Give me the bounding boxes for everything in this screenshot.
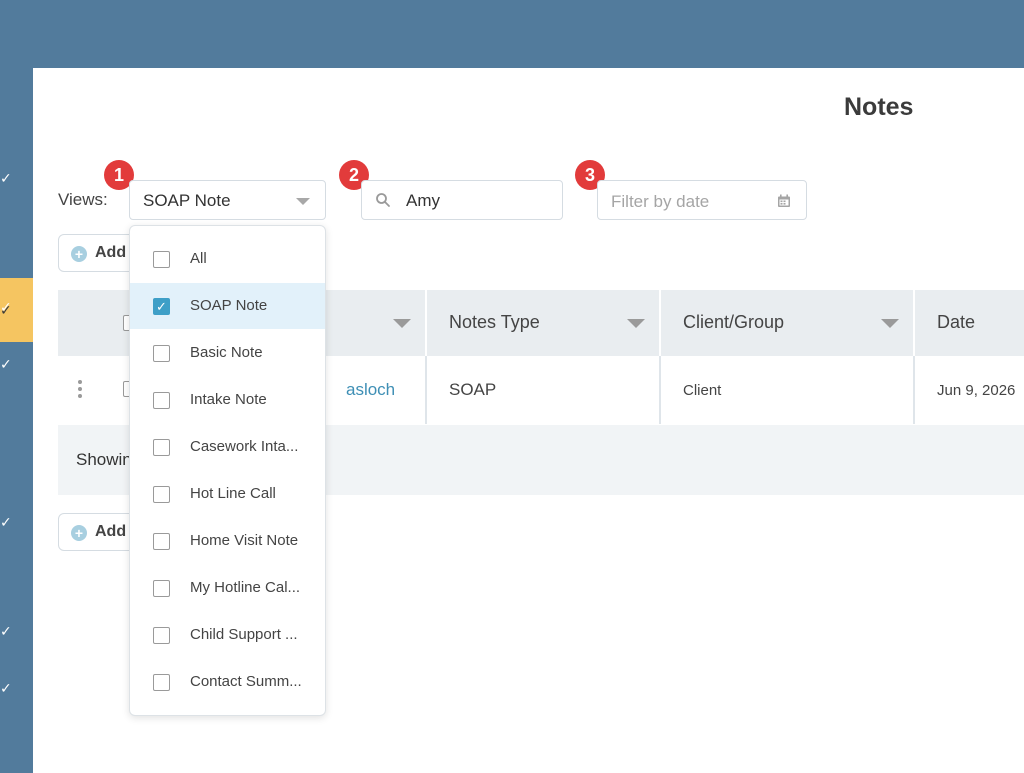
search-input[interactable]: Amy — [361, 180, 563, 220]
views-option[interactable]: Contact Summ... — [130, 659, 325, 705]
column-header-label: Notes Type — [449, 312, 540, 332]
main-content: Notes 1 2 3 Views: SOAP Note Amy Filter … — [33, 68, 1024, 773]
date-filter-input[interactable]: Filter by date — [597, 180, 807, 220]
option-label: SOAP Note — [190, 297, 268, 314]
option-checkbox[interactable] — [153, 486, 170, 503]
option-checkbox[interactable] — [153, 251, 170, 268]
views-option[interactable]: All — [130, 236, 325, 282]
option-label: Basic Note — [190, 344, 263, 361]
option-checkbox[interactable] — [153, 392, 170, 409]
column-header-date[interactable]: Date — [915, 290, 1024, 356]
search-input-value: Amy — [406, 191, 440, 210]
cell-date: Jun 9, 2026 — [915, 356, 1024, 424]
cell-text: Client — [683, 382, 722, 399]
option-label: Contact Summ... — [190, 673, 302, 690]
option-checkbox[interactable] — [153, 580, 170, 597]
plus-icon: + — [71, 525, 87, 541]
views-option[interactable]: Basic Note — [130, 330, 325, 376]
sidebar-check-icon[interactable]: ✓ — [0, 678, 12, 698]
add-button-label: Add — [95, 244, 127, 261]
option-checkbox[interactable] — [153, 439, 170, 456]
views-option[interactable]: Child Support ... — [130, 612, 325, 658]
caret-down-icon — [296, 198, 310, 205]
checkbox-checked-icon[interactable]: ✓ — [153, 298, 170, 315]
sort-caret-icon[interactable] — [393, 319, 411, 328]
option-checkbox[interactable] — [153, 345, 170, 362]
column-header-label: Client/Group — [683, 312, 785, 332]
views-option[interactable]: Hot Line Call — [130, 471, 325, 517]
sidebar-check-icon[interactable]: ✓ — [0, 621, 12, 641]
column-header-client-group[interactable]: Client/Group — [661, 290, 913, 356]
add-button-label: Add — [95, 523, 127, 540]
option-checkbox[interactable] — [153, 674, 170, 691]
cell-text: SOAP — [449, 380, 497, 399]
client-name-link[interactable]: asloch — [346, 380, 395, 400]
views-select-value: SOAP Note — [143, 191, 231, 210]
option-label: Casework Inta... — [190, 438, 299, 455]
sidebar-check-icon[interactable]: ✓ — [0, 354, 12, 374]
sidebar-check-icon[interactable]: ✓ — [0, 168, 12, 188]
more-options-icon[interactable] — [78, 380, 84, 400]
column-header-notes-type[interactable]: Notes Type — [427, 290, 659, 356]
option-checkbox[interactable] — [153, 627, 170, 644]
add-note-button-bottom[interactable]: + Add — [58, 513, 138, 551]
date-filter-placeholder: Filter by date — [611, 192, 710, 211]
sort-caret-icon[interactable] — [627, 319, 645, 328]
search-icon — [376, 193, 390, 207]
column-header-label: Date — [937, 312, 976, 332]
cell-name[interactable]: asloch — [320, 356, 425, 424]
views-option-selected[interactable]: ✓ SOAP Note — [130, 283, 325, 329]
plus-icon: + — [71, 246, 87, 262]
views-select[interactable]: SOAP Note — [129, 180, 326, 220]
views-option[interactable]: Casework Inta... — [130, 424, 325, 470]
sidebar: ✓ ✓ ✓ ✓ ✓ ✓ ✓ — [0, 68, 33, 773]
option-label: Home Visit Note — [190, 532, 299, 549]
cell-text: Jun 9, 2026 — [937, 382, 1016, 399]
calendar-icon[interactable] — [777, 194, 791, 208]
showing-count-text: Showin — [76, 450, 132, 469]
page-title: Notes — [844, 93, 914, 121]
views-option[interactable]: Home Visit Note — [130, 518, 325, 564]
views-option[interactable]: Intake Note — [130, 377, 325, 423]
option-checkbox[interactable] — [153, 533, 170, 550]
sidebar-check-icon[interactable]: ✓ — [0, 297, 12, 317]
cell-client-group: Client — [661, 356, 913, 424]
option-label: All — [190, 250, 207, 267]
cell-notes-type: SOAP — [427, 356, 659, 424]
sidebar-check-icon[interactable]: ✓ — [0, 512, 12, 532]
views-label: Views: — [58, 190, 108, 209]
option-label: Child Support ... — [190, 626, 298, 643]
option-label: Hot Line Call — [190, 485, 276, 502]
sort-caret-icon[interactable] — [881, 319, 899, 328]
views-dropdown-menu: All ✓ SOAP Note Basic Note Intake Note C… — [129, 225, 326, 716]
views-option[interactable]: My Hotline Cal... — [130, 565, 325, 611]
add-note-button[interactable]: + Add — [58, 234, 138, 272]
option-label: My Hotline Cal... — [190, 579, 301, 596]
option-label: Intake Note — [190, 391, 267, 408]
